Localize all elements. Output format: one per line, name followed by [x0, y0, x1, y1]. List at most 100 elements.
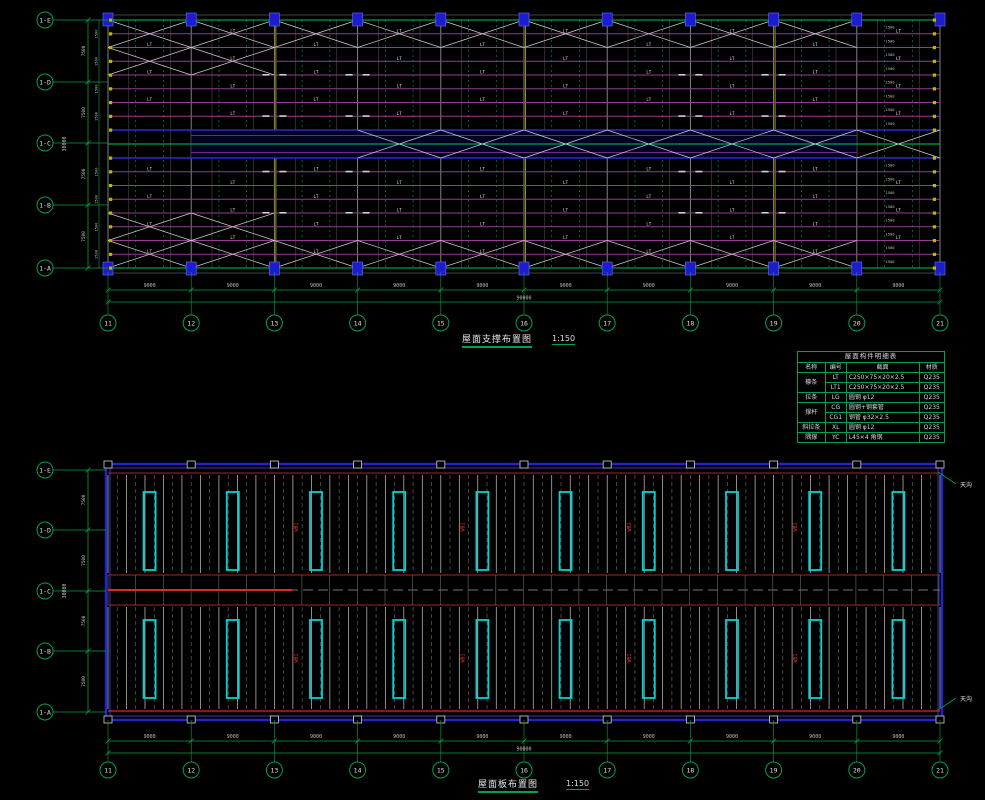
row-axis-bubble-label: 1-E [39, 16, 51, 24]
cad-viewport[interactable]: LTLTLTLTLTLTLTLTLTLTLTLTLTLTLTLTLTLTLTLT… [0, 0, 985, 800]
bay-dim-text: 9000 [726, 283, 738, 289]
edge-clip [933, 19, 936, 22]
schedule-cell-mat: Q235 [919, 382, 944, 392]
purlin-dim: 1500 [885, 163, 895, 168]
top-plan-title: 屋面支撑布置图 [462, 332, 532, 348]
bay-dim-text: 9000 [726, 734, 738, 740]
purlin-label: LT [147, 42, 152, 47]
corner-brace-mark [279, 171, 286, 173]
edge-clip [933, 60, 936, 63]
row-axis-bubble-label: 1-C [39, 139, 51, 147]
purlin-dim-text: 1500 [94, 111, 99, 121]
edge-clip [109, 46, 112, 49]
edge-clip [933, 129, 936, 132]
schedule-cell-mat: Q235 [919, 372, 944, 382]
bay-dim-text: 9000 [892, 734, 904, 740]
column-axis-bubble-label: 14 [354, 766, 362, 774]
purlin-label: LT [646, 97, 651, 102]
purlin-label: LT [896, 83, 901, 88]
column-axis-bubble-label: 15 [437, 319, 445, 327]
column-axis-bubble-label: 16 [520, 319, 528, 327]
edge-clip [109, 87, 112, 90]
corner-brace-mark [762, 171, 769, 173]
purlin-label: LT [397, 180, 402, 185]
corner-brace-mark [678, 212, 685, 214]
schedule-cell-sec: 钢管 φ32×2.5 [846, 412, 919, 422]
edge-clip [933, 225, 936, 228]
schedule-cell-mat: Q235 [919, 402, 944, 412]
edge-clip [109, 32, 112, 35]
column-mark [853, 461, 861, 468]
schedule-row: 隅撑YCL45×4 角钢Q235 [798, 432, 945, 442]
purlin-dim: 1500 [885, 80, 895, 85]
schedule-cell-id: CG [825, 402, 846, 412]
purlin-dim: 1500 [885, 176, 895, 181]
corner-brace-mark [346, 212, 353, 214]
purlin-label: LT [397, 28, 402, 33]
purlin-label: LT [730, 56, 735, 61]
purlin-dim-text: 1500 [94, 249, 99, 259]
panel-label: WB1 [793, 522, 799, 531]
purlin-label: LT [147, 221, 152, 226]
purlin-label: LT [230, 208, 235, 213]
column-mark [770, 461, 778, 468]
gutter-leader-label: 天沟 [960, 481, 972, 489]
column-axis-bubble-label: 12 [187, 766, 195, 774]
edge-clip [109, 239, 112, 242]
row-axis-bubble-label: 1-A [39, 264, 51, 272]
schedule-cell-sec: 圆钢 φ12 [846, 392, 919, 402]
edge-clip [109, 267, 112, 270]
corner-brace-mark [678, 171, 685, 173]
row-dim-text: 7500 [81, 494, 87, 505]
purlin-dim: 1500 [885, 107, 895, 112]
schedule-cell-name: 隅撑 [798, 432, 826, 442]
purlin-label: LT [230, 56, 235, 61]
edge-clip [109, 157, 112, 160]
column-mark [603, 461, 611, 468]
bay-dim-text: 9000 [560, 734, 572, 740]
bay-dim-text: 9000 [892, 283, 904, 289]
edge-clip [109, 74, 112, 77]
skylight-strip [892, 620, 904, 698]
bay-dim-text: 9000 [476, 283, 488, 289]
purlin-label: LT [480, 166, 485, 171]
total-dim-text: 90000 [516, 296, 531, 302]
corner-brace-mark [762, 212, 769, 214]
purlin-label: LT [813, 166, 818, 171]
row-axis-bubble-label: 1-B [39, 647, 51, 655]
schedule-row: 檩条LTC250×75×20×2.5Q235 [798, 372, 945, 382]
column-mark [935, 13, 945, 26]
purlin-label: LT [646, 42, 651, 47]
purlin-label: LT [646, 194, 651, 199]
schedule-row: 斜拉条XL圆钢 φ12Q235 [798, 422, 945, 432]
schedule-table-title: 屋面构件明细表 [798, 352, 945, 363]
row-axis-bubble-label: 1-C [39, 587, 51, 595]
row-axis-bubble-label: 1-B [39, 201, 51, 209]
edge-clip [933, 170, 936, 173]
purlin-label: LT [480, 194, 485, 199]
bottom-plan-scale: 1:150 [566, 779, 589, 790]
column-mark [602, 13, 612, 26]
corner-brace-mark [695, 212, 702, 214]
purlin-label: LT [896, 28, 901, 33]
column-mark [769, 13, 779, 26]
schedule-table: 屋面构件明细表 名称编号截面材质 檩条LTC250×75×20×2.5Q235L… [797, 351, 945, 443]
schedule-header-cell: 截面 [846, 362, 919, 372]
purlin-dim: 1500 [885, 245, 895, 250]
bay-dim-text: 9000 [227, 283, 239, 289]
purlin-label: LT [563, 28, 568, 33]
purlin-label: LT [397, 83, 402, 88]
corner-brace-mark [262, 115, 269, 117]
corner-brace-mark [363, 171, 370, 173]
schedule-row: 拉条LG圆钢 φ12Q235 [798, 392, 945, 402]
purlin-label: LT [397, 111, 402, 116]
edge-clip [933, 198, 936, 201]
edge-clip [109, 212, 112, 215]
panel-label: WB1 [294, 653, 300, 662]
corner-brace-mark [695, 74, 702, 76]
purlin-dim: 1500 [885, 231, 895, 236]
column-mark [353, 13, 363, 26]
purlin-dim: 1500 [885, 93, 895, 98]
schedule-cell-id: CG1 [825, 412, 846, 422]
purlin-label: LT [230, 28, 235, 33]
